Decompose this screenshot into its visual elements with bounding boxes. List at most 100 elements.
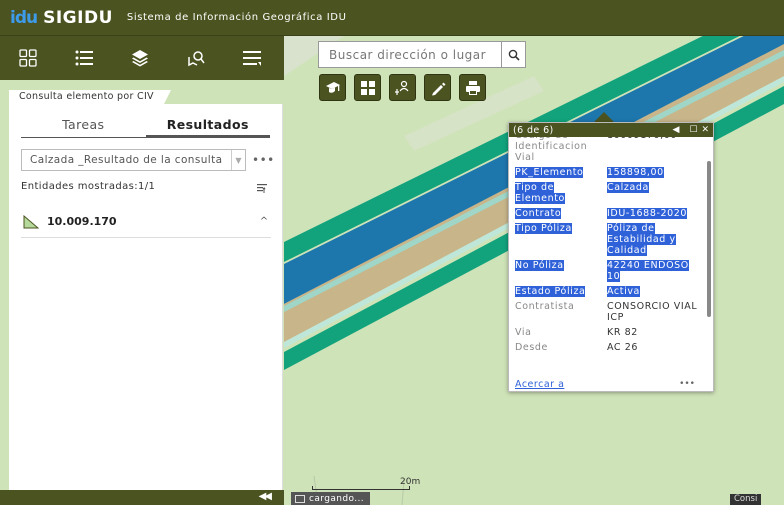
app-logo[interactable]: idu SIGIDU [10,8,113,28]
feature-popup: (6 de 6) ◀ ☐ ✕ Codigo de Identificacion … [508,122,714,392]
attribute-label: Tipo Póliza [515,223,607,256]
attribute-value: 42240 ENDOSO 10 [607,260,699,282]
chevron-down-icon: ▼ [231,150,245,170]
attribute-label: Tipo de Elemento [515,182,607,204]
sort-icon[interactable] [257,179,268,198]
attribute-value-text: IDU-1688-2020 [607,208,688,219]
attribute-label: Via [515,327,607,338]
attribute-label-text: Codigo de Identificacion Vial [515,137,588,163]
attribute-value-text: CONSORCIO VIAL ICP [607,301,698,323]
tab-resultados[interactable]: Resultados [145,114,270,137]
search-map-icon[interactable] [168,36,224,80]
attribute-label-text: Via [515,327,532,338]
logo-name: SIGIDU [43,7,113,28]
widget-toolbar [0,36,284,80]
result-layer-value: Calzada _Resultado de la consulta [30,154,223,166]
tab-tareas[interactable]: Tareas [21,114,146,137]
previous-feature-icon[interactable]: ◀ [672,125,679,135]
attribute-label: No Póliza [515,260,607,282]
attribute-label: Desde [515,342,607,353]
popup-scrollbar[interactable] [707,161,711,317]
panel-title: Consulta elemento por CIV [9,90,171,104]
attribute-value-text: 42240 ENDOSO 10 [607,260,689,282]
zoom-to-link[interactable]: Acercar a [515,379,679,390]
result-label: 10.009.170 [47,215,117,228]
app-subtitle: Sistema de Información Geográfica IDU [126,12,347,23]
attribute-value: KR 82 [607,327,699,338]
popup-attribute-row: No Póliza 42240 ENDOSO 10 [509,260,705,282]
result-item[interactable]: 10.009.170 ^ [21,206,271,238]
attribute-label-text: PK_Elemento [515,167,584,178]
panel-tabs: Tareas Resultados [21,114,270,138]
popup-attribute-row: Desde AC 26 [509,342,705,353]
logo-idu: idu [10,7,38,28]
grid-icon[interactable] [354,74,381,101]
popup-attribute-row: Contratista CONSORCIO VIAL ICP [509,301,705,323]
loading-status: cargando... [291,492,370,505]
attribute-value-text: Activa [607,286,640,297]
corner-label: Consi [730,494,762,505]
scale-bar [312,486,410,490]
list-icon[interactable] [56,36,112,80]
attribute-label-text: Tipo de Elemento [515,182,565,204]
attribute-value-text: 158898,00 [607,167,664,178]
popup-attribute-row: Tipo de Elemento Calzada [509,182,705,204]
polygon-feature-icon [23,214,39,228]
entities-count: Entidades mostradas:1/1 [21,181,156,192]
attribute-value: AC 26 [607,342,699,353]
popup-attribute-row: Tipo Póliza Póliza de Estabilidad y Calid… [509,223,705,256]
widgets-grid-icon[interactable] [0,36,56,80]
attribute-label-text: Contrato [515,208,562,219]
attribute-value: Póliza de Estabilidad y Calidad [607,223,699,256]
popup-attribute-row: Codigo de Identificacion Vial 10009170,00 [509,137,705,163]
collapse-panel-icon[interactable]: ◀◀ [259,491,272,502]
popup-header: (6 de 6) ◀ ☐ ✕ [509,123,713,137]
more-options-button[interactable]: ••• [252,153,275,167]
attribute-value-text: Póliza de Estabilidad y Calidad [607,223,676,256]
attribute-label-text: Contratista [515,301,575,312]
attribute-label: Estado Póliza [515,286,607,297]
attribute-label-text: Estado Póliza [515,286,586,297]
attribute-label: Codigo de Identificacion Vial [515,137,607,163]
loading-icon [295,494,305,503]
attribute-value: Activa [607,286,699,297]
attribute-value: 158898,00 [607,167,699,178]
status-text: cargando... [309,493,364,504]
query-panel: Tareas Resultados Calzada _Resultado de … [9,104,283,490]
attribute-value-text: 10009170,00 [607,137,677,141]
attribute-value-text: KR 82 [607,327,638,338]
app-header: idu SIGIDU Sistema de Información Geográ… [0,0,784,36]
person-location-icon[interactable] [389,74,416,101]
address-search [318,41,526,68]
popup-count: (6 de 6) [513,124,554,136]
attribute-value: 10009170,00 [607,137,699,163]
attribute-value-text: AC 26 [607,342,639,353]
attribute-label-text: Tipo Póliza [515,223,572,234]
close-icon[interactable]: ✕ [701,125,709,135]
menu-icon[interactable] [224,36,280,80]
attribute-label-text: No Póliza [515,260,564,271]
search-input[interactable] [319,42,501,67]
popup-attribute-row: Contrato IDU-1688-2020 [509,208,705,219]
graduation-cap-icon[interactable] [319,74,346,101]
popup-attribute-row: Via KR 82 [509,327,705,338]
attribute-label-text: Desde [515,342,548,353]
ruler-pencil-icon[interactable] [424,74,451,101]
popup-attributes: Codigo de Identificacion Vial 10009170,00… [509,137,705,363]
print-icon[interactable] [459,74,486,101]
layers-icon[interactable] [112,36,168,80]
result-layer-select[interactable]: Calzada _Resultado de la consulta ▼ [21,149,246,171]
attribute-label: PK_Elemento [515,167,607,178]
attribute-label: Contrato [515,208,607,219]
attribute-value: Calzada [607,182,699,204]
maximize-icon[interactable]: ☐ [689,125,697,135]
chevron-up-icon[interactable]: ^ [257,216,271,227]
popup-more-button[interactable]: ••• [679,379,695,389]
attribute-label: Contratista [515,301,607,323]
popup-attribute-row: Estado Póliza Activa [509,286,705,297]
search-button[interactable] [501,42,525,67]
popup-pointer [594,112,614,122]
map-tools [319,74,486,101]
popup-footer: Acercar a ••• [509,377,713,391]
attribute-value-text: Calzada [607,182,649,193]
